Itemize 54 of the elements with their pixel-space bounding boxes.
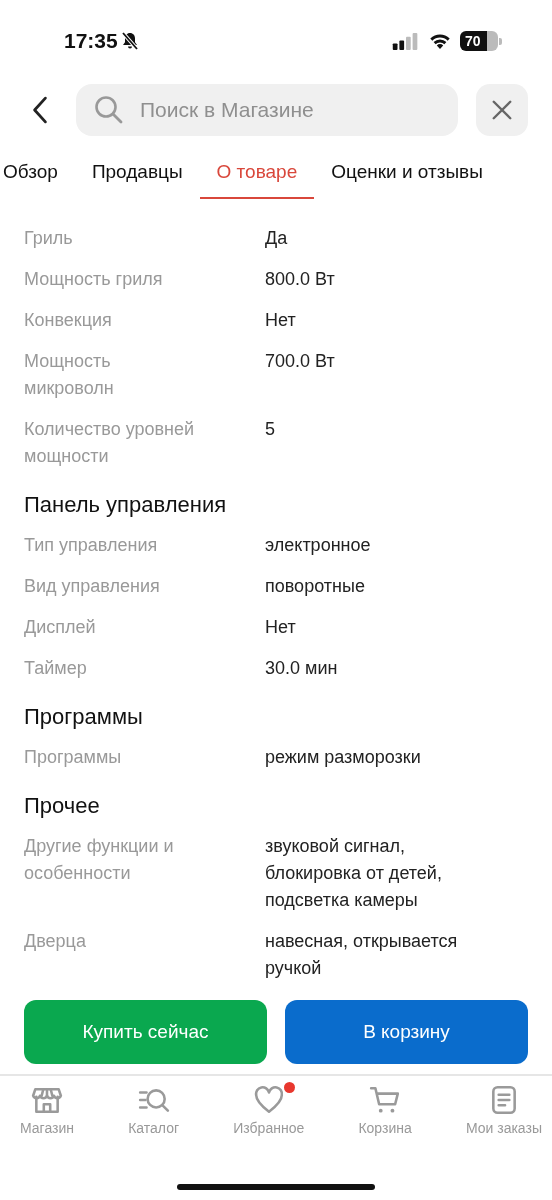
spec-label: Мощность гриля [24, 268, 164, 291]
status-time: 17:35 [64, 29, 118, 53]
buy-now-button[interactable]: Купить сейчас [24, 1000, 267, 1064]
spec-value: Нет [265, 309, 297, 332]
nav-label: Магазин [20, 1120, 74, 1136]
spec-label: Вид управления [24, 575, 161, 598]
spec-label: Дверца [24, 930, 87, 953]
muted-bell-icon [119, 31, 140, 51]
spec-value: звуковой сигнал, блокировка от детей, подсветка камеры [265, 835, 443, 912]
spec-value: навесная, открывается ручкой [265, 930, 459, 980]
search-field[interactable]: Поиск в Магазине [76, 84, 458, 136]
add-to-cart-button[interactable]: В корзину [285, 1000, 528, 1064]
spec-value: электронное [265, 534, 372, 557]
spec-value: 700.0 Вт [265, 350, 336, 373]
nav-item[interactable]: Корзина [358, 1084, 412, 1136]
tab[interactable]: О товаре [199, 151, 315, 199]
tab[interactable]: Продавцы [74, 151, 200, 199]
spec-label: Другие функции и особенности [24, 835, 175, 885]
spec-label: Мощность микроволн [24, 350, 115, 400]
spec-label: Тип управления [24, 534, 159, 557]
nav-item[interactable]: Мои заказы [465, 1084, 542, 1136]
spec-value: режим разморозки [265, 746, 422, 769]
back-icon[interactable] [32, 96, 48, 124]
nav-label: Избранное [233, 1120, 305, 1136]
nav-label: Каталог [128, 1120, 180, 1136]
spec-value: 800.0 Вт [265, 268, 336, 291]
spec-value: поворотные [265, 575, 366, 598]
spec-label: Количество уровней мощности [24, 418, 196, 468]
wifi-icon [428, 32, 452, 50]
tab[interactable]: Обзор [0, 151, 75, 199]
heart-icon [252, 1084, 285, 1116]
spec-label: Дисплей [24, 616, 97, 639]
spec-label: Программы [24, 746, 123, 769]
spec-value: 5 [265, 418, 276, 441]
signal-icon [392, 32, 420, 50]
tab[interactable]: Оценки и отзывы [314, 151, 500, 199]
spec-label: Конвекция [24, 309, 113, 332]
close-icon [491, 99, 513, 121]
section-title: Программы [24, 703, 144, 731]
section-title: Панель управления [24, 491, 228, 519]
cart-icon [369, 1084, 402, 1116]
nav-label: Мои заказы [465, 1120, 542, 1136]
spec-label: Гриль [24, 227, 74, 250]
spec-label: Таймер [24, 657, 88, 680]
search-icon [94, 95, 124, 125]
nav-label: Корзина [358, 1120, 412, 1136]
nav-item[interactable]: Избранное [233, 1084, 305, 1136]
spec-value: Нет [265, 616, 297, 639]
nav-item[interactable]: Каталог [128, 1084, 180, 1136]
spec-value: Да [265, 227, 289, 250]
close-button[interactable] [476, 84, 528, 136]
nav-item[interactable]: Магазин [20, 1084, 74, 1136]
section-title: Прочее [24, 792, 101, 820]
spec-value: 30.0 мин [265, 657, 339, 680]
